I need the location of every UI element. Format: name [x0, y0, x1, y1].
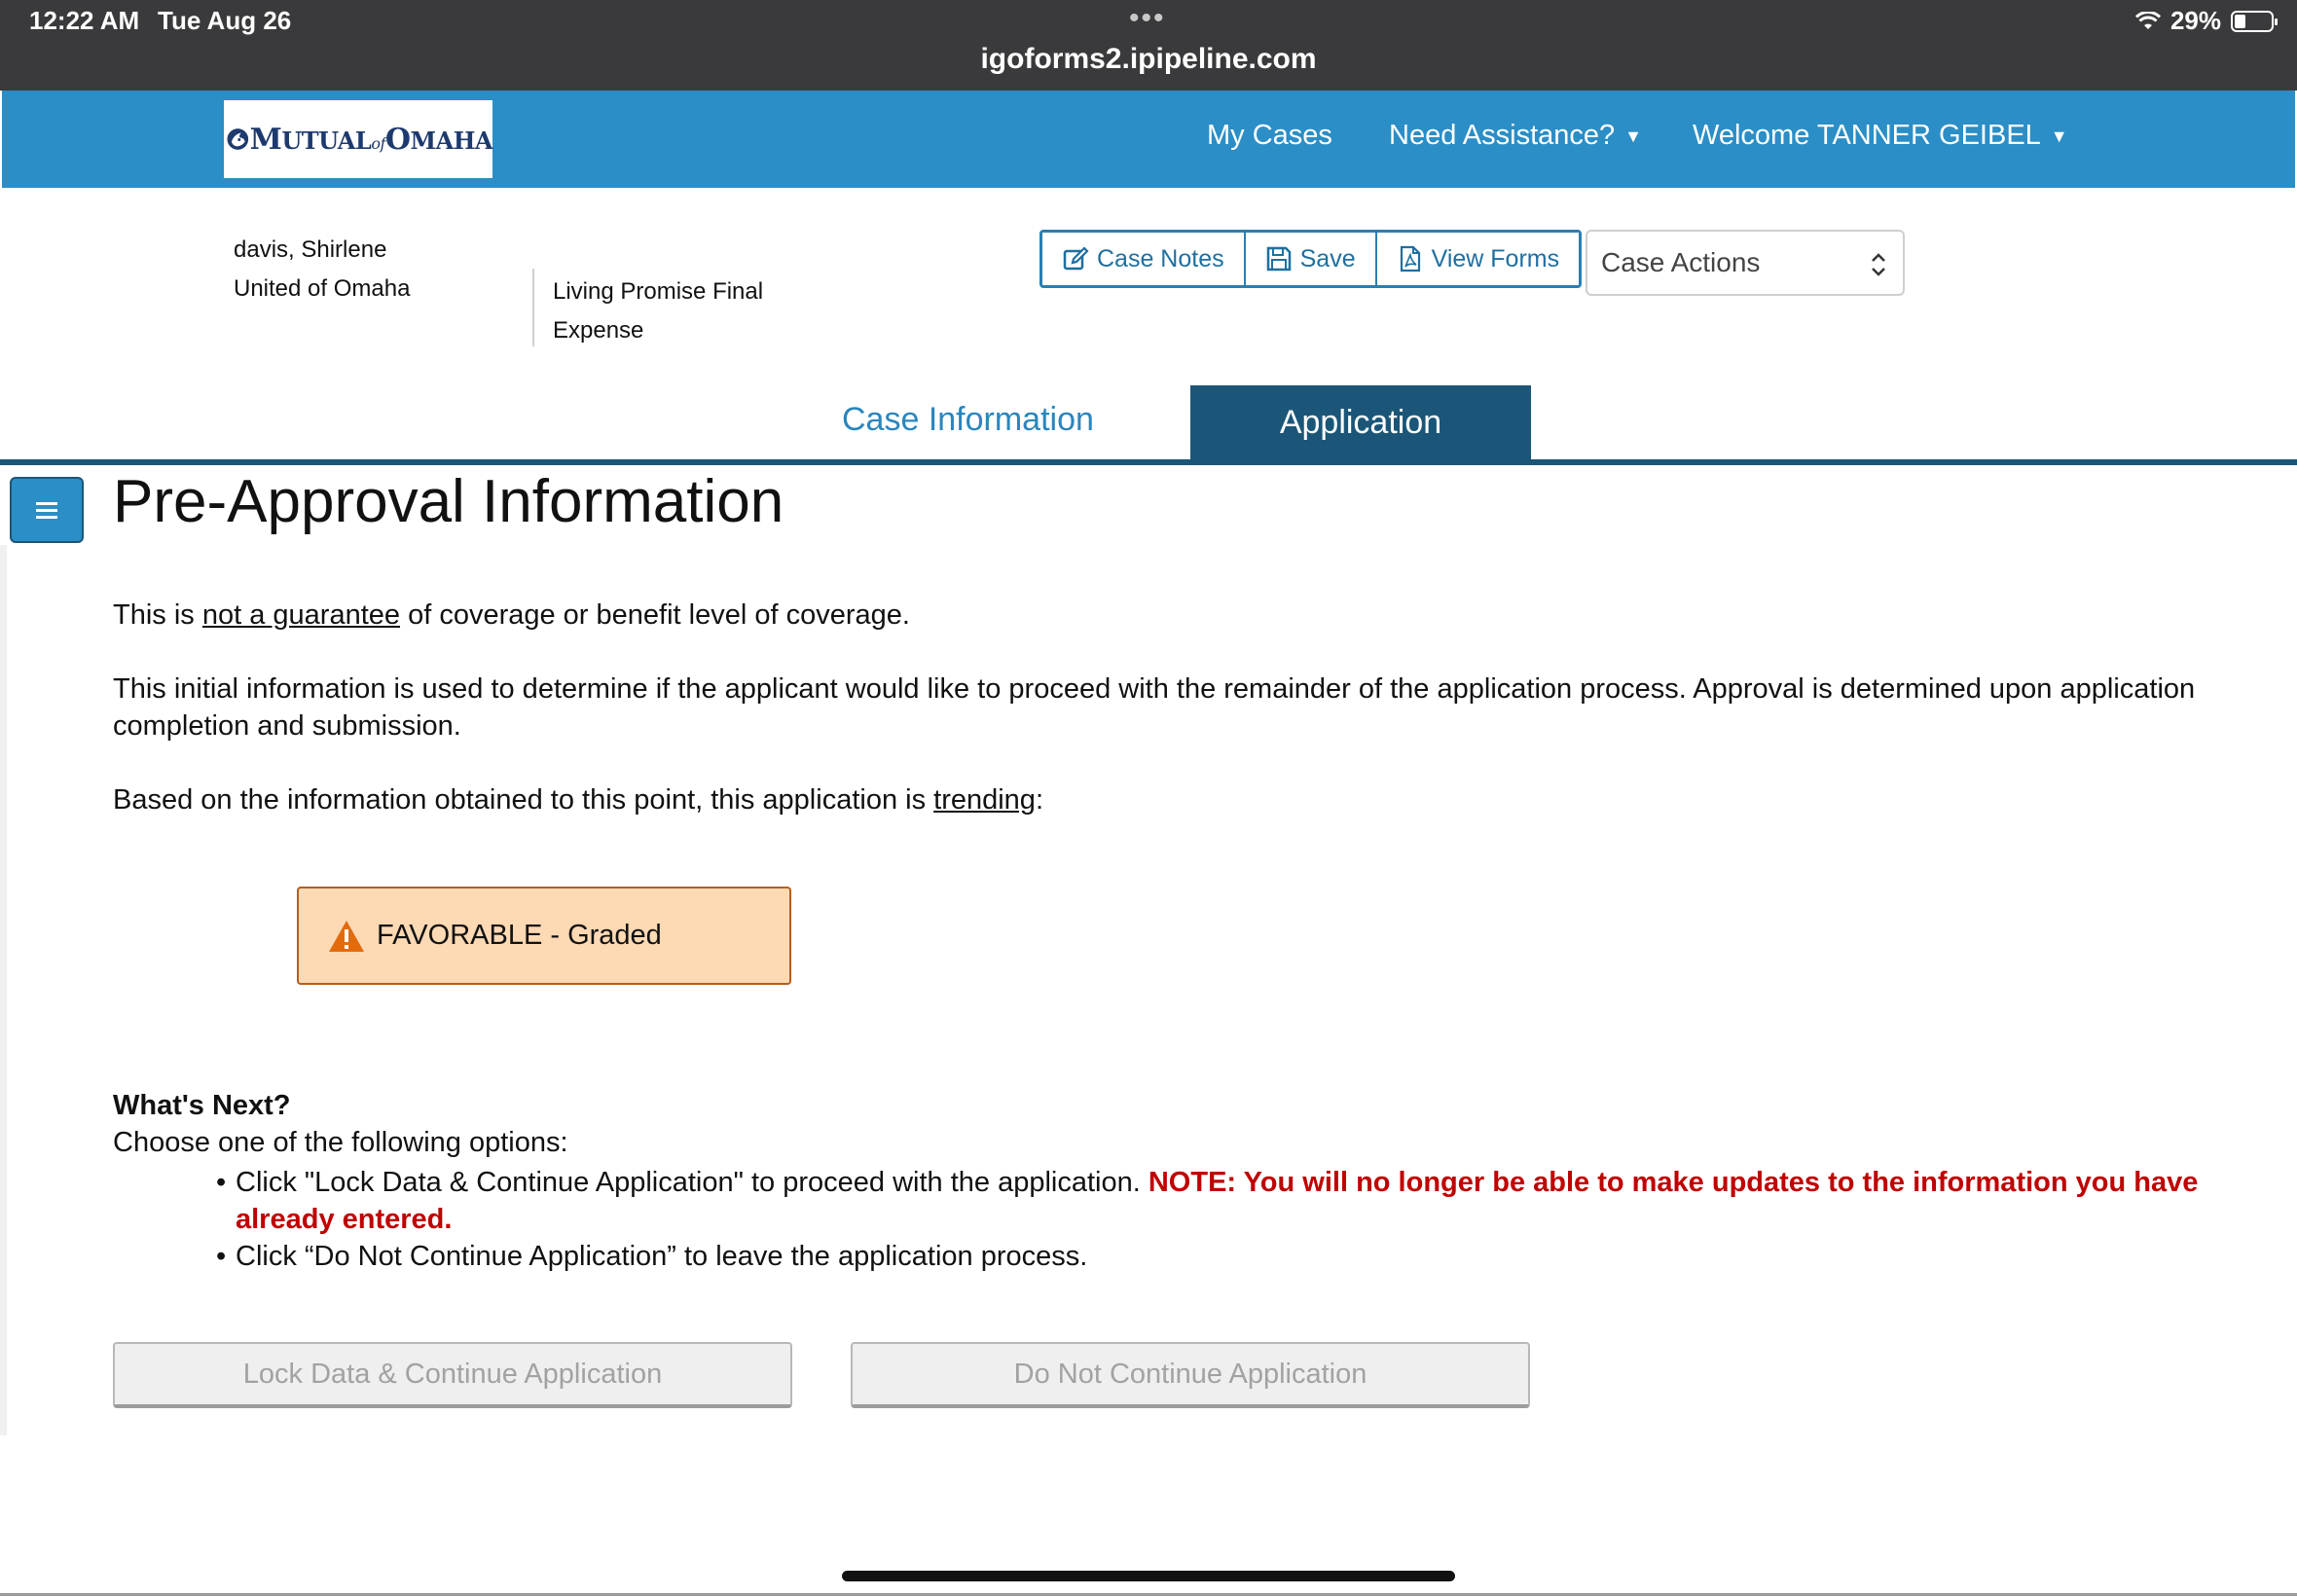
pdf-file-icon: [1400, 245, 1420, 272]
case-divider: [532, 269, 534, 346]
nav-need-assistance[interactable]: Need Assistance? ▼: [1389, 120, 1642, 152]
trending-text-b: :: [1035, 784, 1044, 816]
whats-next-subheading: Choose one of the following options:: [113, 1127, 568, 1158]
option-exit-text: Click “Do Not Continue Application” to l…: [236, 1241, 1088, 1272]
user-name: TANNER GEIBEL: [1816, 120, 2041, 151]
view-forms-button[interactable]: View Forms: [1376, 233, 1580, 285]
client-name: davis, Shirlene: [234, 236, 387, 263]
trending-text: Based on the information obtained to thi…: [113, 781, 1043, 818]
lock-data-continue-button[interactable]: Lock Data & Continue Application: [113, 1342, 792, 1408]
tab-underline: [0, 459, 2297, 465]
list-item: • Click "Lock Data & Continue Applicatio…: [216, 1164, 2231, 1238]
disclaimer-text-a: This is: [113, 599, 202, 631]
welcome-label: Welcome: [1693, 120, 1810, 151]
nav-user-menu[interactable]: Welcome TANNER GEIBEL ▼: [1693, 120, 2068, 152]
product-name: Living Promise Final Expense: [553, 278, 764, 344]
do-not-continue-button[interactable]: Do Not Continue Application: [851, 1342, 1530, 1408]
hamburger-icon: [36, 502, 57, 519]
edit-icon: [1063, 246, 1089, 271]
case-button-group: Case Notes Save View Forms: [1039, 230, 1583, 288]
disclaimer-emphasis: not a guarantee: [201, 599, 401, 631]
wifi-icon: [2134, 11, 2161, 29]
status-text: FAVORABLE - Graded: [377, 920, 662, 951]
bullet-dot: •: [216, 1241, 227, 1272]
disclaimer-text-b: of coverage or benefit level of coverage…: [400, 599, 910, 631]
case-actions-select[interactable]: Case Actions: [1586, 230, 1905, 296]
warning-icon: [329, 920, 364, 952]
nav-my-cases[interactable]: My Cases: [1207, 120, 1332, 152]
list-item: • Click “Do Not Continue Application” to…: [216, 1238, 2231, 1275]
option-lock-text: Click "Lock Data & Continue Application"…: [236, 1167, 1141, 1198]
nav-need-assistance-label: Need Assistance?: [1389, 120, 1616, 151]
disclaimer-text: This is not a guarantee of coverage or b…: [113, 597, 910, 634]
menu-toggle-button[interactable]: [10, 477, 84, 543]
battery-percent: 29%: [2169, 6, 2221, 35]
page-title: Pre-Approval Information: [113, 468, 784, 535]
address-url[interactable]: igoforms2.ipipeline.com: [0, 43, 2297, 76]
up-down-chevron-icon: [1872, 253, 1885, 276]
clock-time: 12:22 AM: [29, 6, 140, 35]
sidebar-edge: [0, 545, 7, 1435]
bullet-dot: •: [216, 1167, 227, 1198]
status-indicators: 29%: [2134, 6, 2278, 36]
tab-application[interactable]: Application: [1190, 385, 1531, 459]
trending-emphasis: trending: [933, 784, 1036, 816]
logo-wordmark: MUTUALofOMAHA: [249, 122, 493, 157]
tab-case-information[interactable]: Case Information: [842, 401, 1094, 439]
options-list: • Click "Lock Data & Continue Applicatio…: [216, 1164, 2231, 1275]
save-label: Save: [1299, 244, 1356, 272]
case-actions-label: Case Actions: [1601, 247, 1761, 277]
floppy-disk-icon: [1266, 246, 1291, 272]
caret-down-icon: ▼: [2050, 126, 2068, 146]
intro-paragraph: This initial information is used to dete…: [113, 673, 2196, 742]
home-indicator[interactable]: [842, 1571, 1455, 1581]
save-button[interactable]: Save: [1245, 233, 1377, 285]
case-notes-label: Case Notes: [1097, 244, 1224, 272]
status-badge: FAVORABLE - Graded: [297, 887, 791, 985]
carrier-name: United of Omaha: [234, 275, 411, 302]
site-header: MUTUALofOMAHA My Cases Need Assistance? ▼…: [2, 91, 2295, 188]
whats-next-heading: What's Next?: [113, 1090, 291, 1121]
view-forms-label: View Forms: [1431, 244, 1560, 272]
battery-icon: [2231, 10, 2278, 32]
case-notes-button[interactable]: Case Notes: [1042, 233, 1246, 285]
browser-status-bar: 12:22 AM Tue Aug 26 ••• igoforms2.ipipel…: [0, 0, 2297, 91]
multitask-dots-icon[interactable]: •••: [1129, 2, 1166, 35]
lion-logo-icon: [227, 128, 249, 150]
caret-down-icon: ▼: [1624, 126, 1642, 146]
clock-date: Tue Aug 26: [158, 6, 292, 35]
trending-text-a: Based on the information obtained to thi…: [113, 784, 934, 816]
mutual-of-omaha-logo[interactable]: MUTUALofOMAHA: [224, 100, 493, 178]
